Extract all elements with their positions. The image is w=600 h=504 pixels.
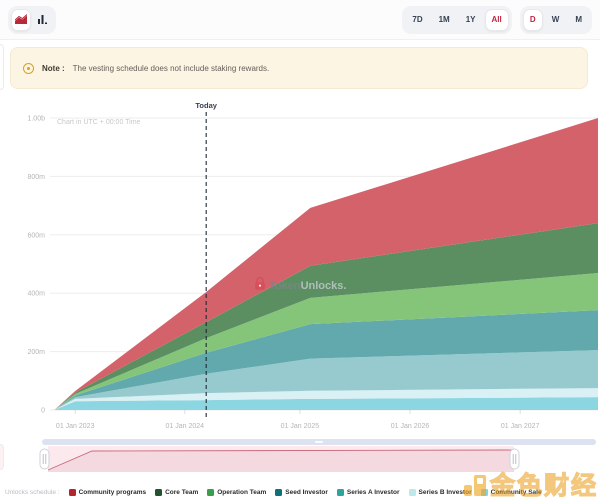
legend-label: Series A Investor	[347, 489, 400, 496]
granularity-group: DWM	[520, 6, 592, 34]
granularity-w-button[interactable]: W	[545, 9, 567, 31]
bar-chart-toggle-button[interactable]	[33, 9, 53, 31]
y-axis-tick-label: 1.00b	[27, 116, 45, 123]
page-edge-sliver-note	[0, 44, 4, 90]
tokenunlocks-watermark: TokenUnlocks.	[255, 278, 346, 293]
x-axis-tick-label: 01 Jan 2027	[501, 423, 540, 430]
y-axis-tick-label: 200m	[27, 349, 45, 356]
watermark-text: TokenUnlocks.	[269, 280, 346, 292]
note-label: Note :	[42, 64, 65, 73]
bar-chart-icon	[37, 14, 49, 25]
legend-swatch-icon	[207, 489, 214, 496]
area-chart-toggle-button[interactable]	[11, 9, 31, 31]
legend-swatch-icon	[481, 489, 488, 496]
unlocks-legend: Unlocks schedule : Community programs Cor…	[0, 481, 600, 503]
range-1y-button[interactable]: 1Y	[459, 9, 483, 31]
info-icon	[23, 63, 34, 74]
x-axis-tick-label: 01 Jan 2025	[281, 423, 320, 430]
token-unlocks-page: 7D1M1YAll DWM Note : The vesting schedul…	[0, 0, 600, 504]
legend-swatch-icon	[337, 489, 344, 496]
vesting-schedule-chart: 0 200m 400m 600m 800m 1.00b 01 Jan 2023 01 Jan …	[0, 95, 600, 435]
legend-label: Operation Team	[217, 489, 266, 496]
legend-label: Core Team	[165, 489, 198, 496]
note-banner: Note : The vesting schedule does not inc…	[10, 47, 588, 89]
area-chart-icon	[15, 14, 27, 25]
today-label: Today	[195, 101, 217, 110]
y-axis-tick-label: 600m	[27, 232, 45, 239]
legend-swatch-icon	[155, 489, 162, 496]
range-all-button[interactable]: All	[485, 9, 509, 31]
legend-item-community-programs[interactable]: Community programs	[69, 489, 147, 496]
legend-swatch-icon	[275, 489, 282, 496]
note-message: The vesting schedule does not include st…	[73, 64, 270, 73]
x-axis-tick-label: 01 Jan 2024	[166, 423, 205, 430]
legend-title: Unlocks schedule :	[5, 489, 60, 496]
legend-item-community-sale[interactable]: Community Sale	[481, 489, 542, 496]
navigator-mini-area	[48, 450, 514, 472]
granularity-m-button[interactable]: M	[568, 9, 589, 31]
legend-item-seed-investor[interactable]: Seed Investor	[275, 489, 328, 496]
y-axis-tick-label: 400m	[27, 291, 45, 298]
legend-label: Community programs	[79, 489, 147, 496]
x-axis-tick-label: 01 Jan 2023	[56, 423, 95, 430]
time-range-group: 7D1M1YAll	[402, 6, 511, 34]
legend-label: Series B Investor	[419, 489, 472, 496]
utc-time-label: Chart in UTC + 00:00 Time	[57, 119, 141, 126]
legend-label: Seed Investor	[285, 489, 328, 496]
legend-item-series-a-investor[interactable]: Series A Investor	[337, 489, 400, 496]
brush-right-handle[interactable]	[510, 449, 519, 469]
x-axis-tick-label: 01 Jan 2026	[391, 423, 430, 430]
granularity-d-button[interactable]: D	[523, 9, 543, 31]
navigator-track-grip	[315, 441, 323, 443]
legend-item-core-team[interactable]: Core Team	[155, 489, 198, 496]
legend-label: Community Sale	[491, 489, 542, 496]
legend-item-series-b-investor[interactable]: Series B Investor	[409, 489, 472, 496]
y-axis-tick-label: 800m	[27, 174, 45, 181]
range-1m-button[interactable]: 1M	[432, 9, 457, 31]
legend-swatch-icon	[409, 489, 416, 496]
chart-toolbar: 7D1M1YAll DWM	[0, 0, 600, 40]
chart-navigator	[0, 437, 600, 477]
chart-type-toggle-group	[8, 6, 56, 34]
y-axis-tick-label: 0	[41, 408, 45, 415]
range-7d-button[interactable]: 7D	[405, 9, 429, 31]
legend-item-operation-team[interactable]: Operation Team	[207, 489, 266, 496]
brush-left-handle[interactable]	[40, 449, 49, 469]
legend-swatch-icon	[69, 489, 76, 496]
